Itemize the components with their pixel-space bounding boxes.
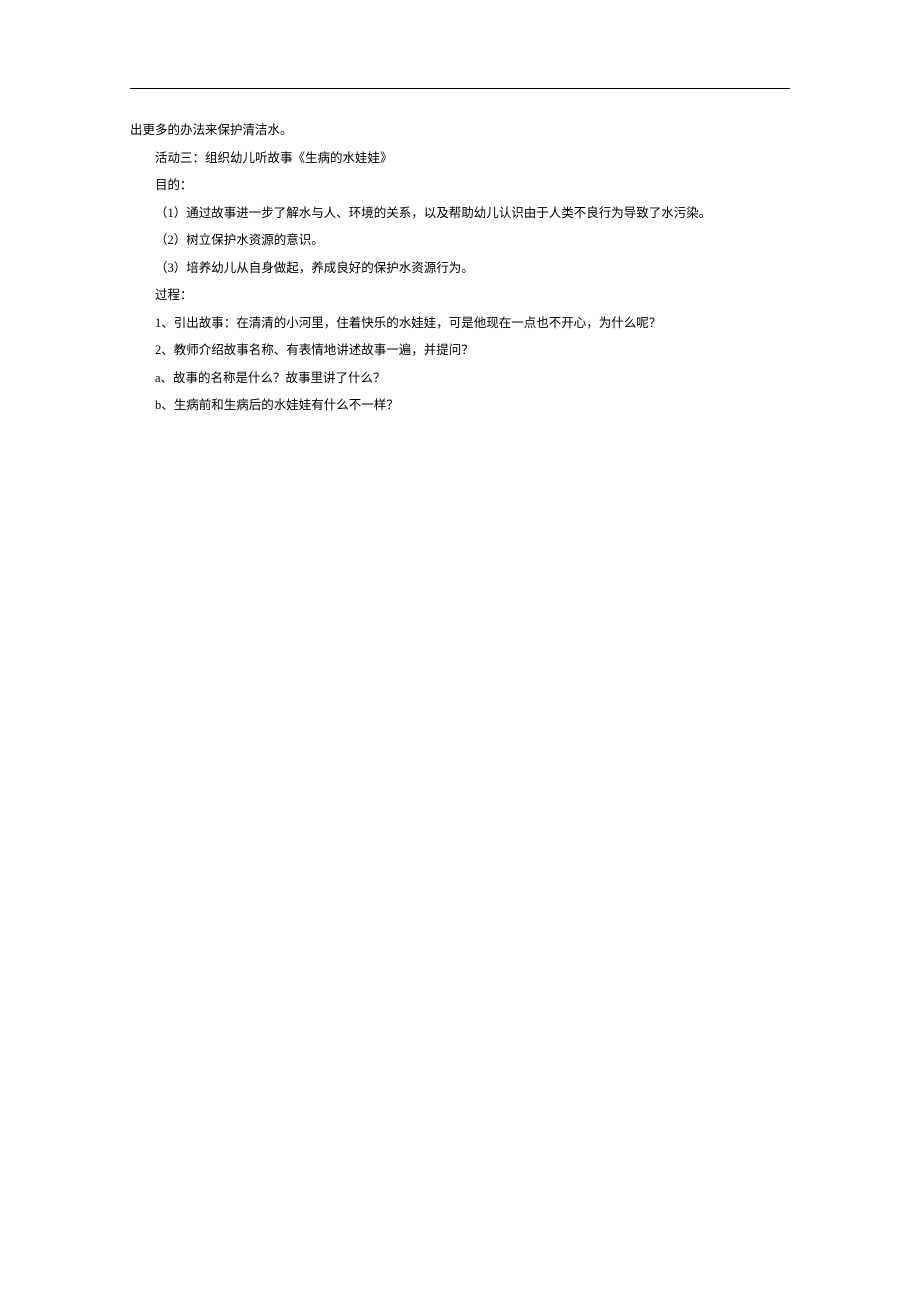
text-line: （2）树立保护水资源的意识。: [130, 227, 790, 255]
text-line: 1、引出故事：在清清的小河里，住着快乐的水娃娃，可是他现在一点也不开心，为什么呢…: [130, 310, 790, 338]
text-line: a、故事的名称是什么？故事里讲了什么？: [130, 365, 790, 393]
text-line: （1）通过故事进一步了解水与人、环境的关系，以及帮助幼儿认识由于人类不良行为导致…: [130, 200, 790, 228]
text-line: 过程：: [130, 282, 790, 310]
text-line: 目的：: [130, 172, 790, 200]
text-line: 2、教师介绍故事名称、有表情地讲述故事一遍，并提问？: [130, 337, 790, 365]
document-page: 出更多的办法来保护清洁水。 活动三：组织幼儿听故事《生病的水娃娃》 目的： （1…: [0, 0, 920, 420]
text-line: 出更多的办法来保护清洁水。: [130, 117, 790, 145]
text-line: （3）培养幼儿从自身做起，养成良好的保护水资源行为。: [130, 255, 790, 283]
text-line: 活动三：组织幼儿听故事《生病的水娃娃》: [130, 145, 790, 173]
text-line: b、生病前和生病后的水娃娃有什么不一样？: [130, 392, 790, 420]
horizontal-rule: [130, 88, 790, 89]
document-content: 出更多的办法来保护清洁水。 活动三：组织幼儿听故事《生病的水娃娃》 目的： （1…: [130, 117, 790, 420]
